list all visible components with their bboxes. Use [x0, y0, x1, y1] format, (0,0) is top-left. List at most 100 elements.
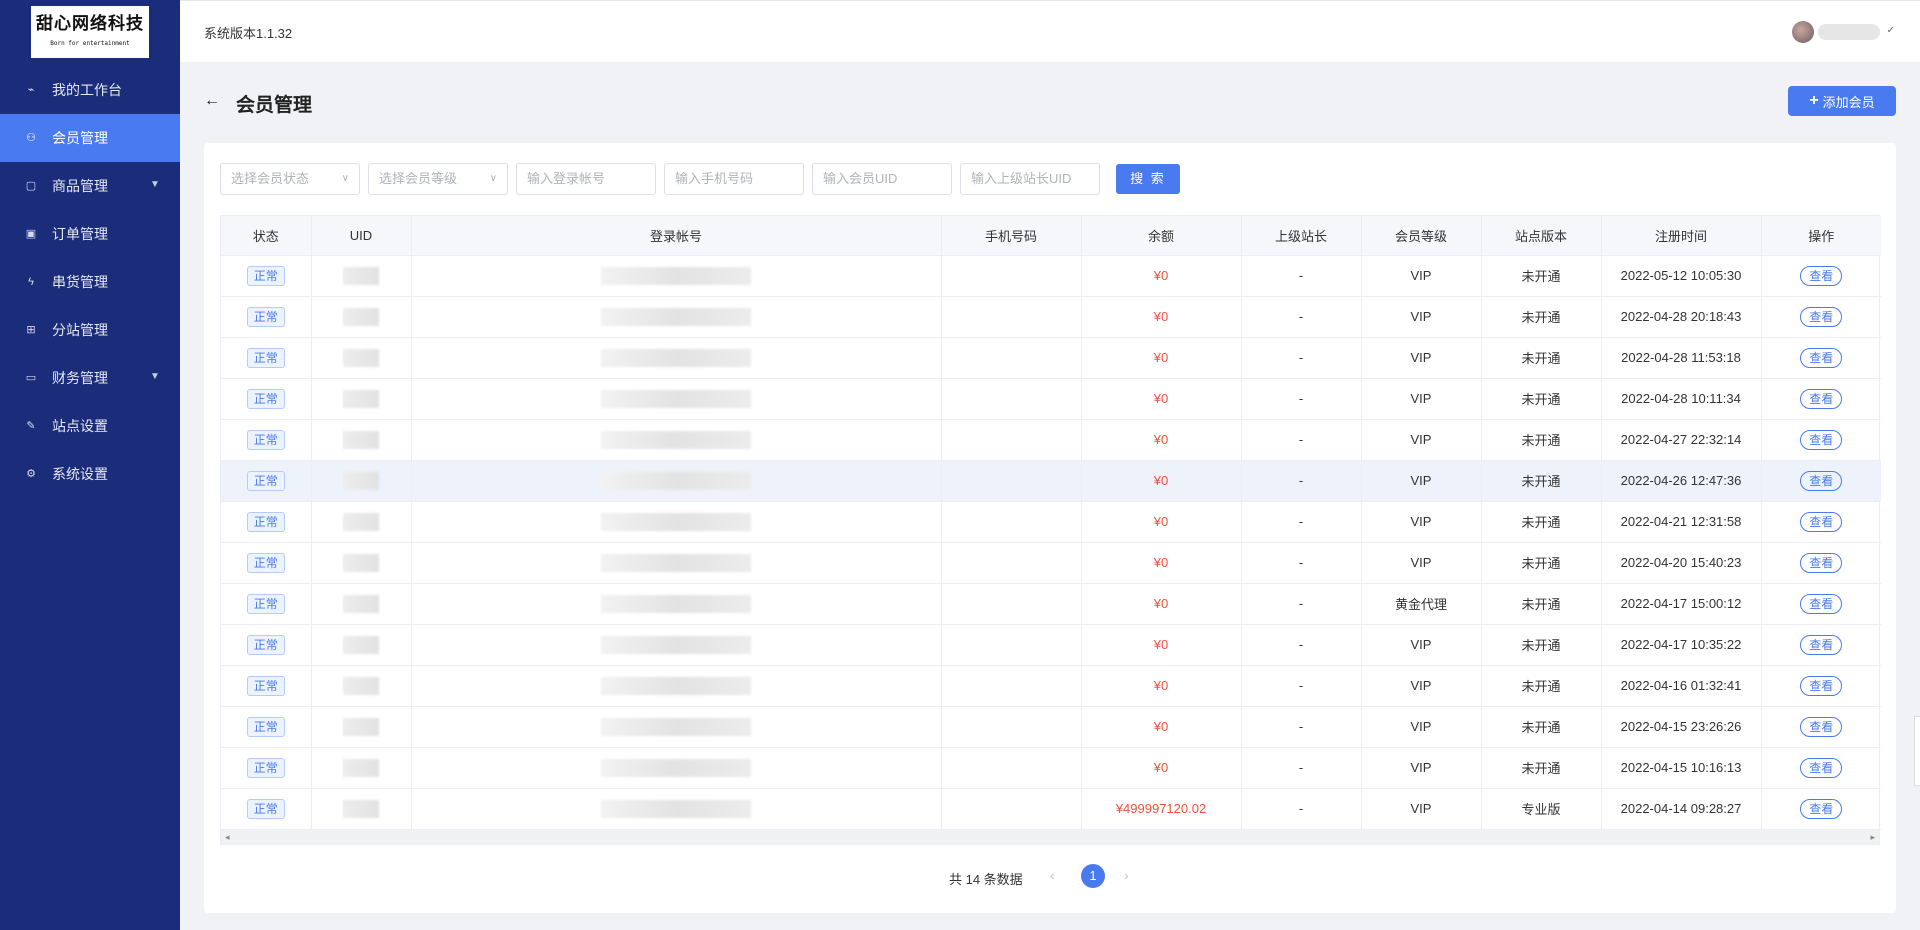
col-action: 操作 [1761, 216, 1881, 256]
chevron-down-icon[interactable]: ▼ [148, 178, 162, 192]
level-cell: VIP [1361, 542, 1482, 584]
chevron-down-icon[interactable]: ▼ [148, 370, 162, 384]
top-header: 系统版本1.1.32 ✓ [180, 0, 1920, 62]
register-time-cell: 2022-05-12 10:05:30 [1601, 255, 1762, 297]
uid-cell [311, 460, 412, 502]
logo[interactable]: 甜心网络科技 Born for entertainment [31, 6, 149, 58]
view-button[interactable]: 查看 [1800, 552, 1843, 573]
table-row: 正常 ¥0- VIP 未开通 2022-04-28 20:18:43 查看 [221, 296, 1881, 338]
version-cell: 未开通 [1481, 665, 1602, 707]
balance-cell: ¥0 [1081, 542, 1242, 584]
balance-cell: ¥0 [1081, 337, 1242, 379]
uid-redacted [343, 676, 379, 695]
level-cell: 黄金代理 [1361, 583, 1482, 625]
table-header: 状态 UID 登录帐号 手机号码 余额 上级站长 会员等级 站点版本 注册时间 … [221, 216, 1881, 256]
view-button[interactable]: 查看 [1800, 347, 1843, 368]
page-title: 会员管理 [236, 95, 313, 116]
user-dropdown-icon[interactable]: ✓ [1887, 25, 1895, 36]
sitemap-icon: ⊞ [26, 324, 36, 336]
status-cell: 正常 [221, 624, 312, 666]
member-status-select[interactable]: 选择会员状态 ∨ [220, 163, 360, 195]
lightning-icon: ϟ [28, 276, 34, 288]
view-button[interactable]: 查看 [1800, 265, 1843, 286]
uid-cell [311, 542, 412, 584]
scroll-right-icon[interactable]: ▸ [1870, 830, 1875, 844]
horizontal-scrollbar[interactable]: ◂ ▸ [221, 829, 1879, 844]
scroll-left-icon[interactable]: ◂ [225, 830, 230, 844]
view-button[interactable]: 查看 [1800, 798, 1843, 819]
view-button[interactable]: 查看 [1800, 593, 1843, 614]
sidebar-item-label: 系统设置 [52, 466, 108, 482]
status-badge: 正常 [246, 511, 285, 532]
card-icon: ▭ [25, 372, 37, 384]
sidebar-item-substations[interactable]: ⊞ 分站管理 [0, 306, 180, 354]
view-button[interactable]: 查看 [1800, 388, 1843, 409]
phone-cell [941, 296, 1082, 338]
view-button[interactable]: 查看 [1800, 716, 1843, 737]
view-button[interactable]: 查看 [1800, 634, 1843, 655]
uid-redacted [343, 307, 379, 326]
sidebar-item-site-settings[interactable]: ✎ 站点设置 [0, 402, 180, 450]
account-redacted [601, 512, 751, 531]
view-button[interactable]: 查看 [1800, 306, 1843, 327]
col-balance: 余额 [1081, 216, 1242, 256]
prev-page-icon[interactable]: ‹ [1050, 867, 1055, 883]
table-row: 正常 ¥0- VIP 未开通 2022-05-12 10:05:30 查看 [221, 255, 1881, 297]
uid-redacted [343, 758, 379, 777]
balance-cell: ¥0 [1081, 665, 1242, 707]
back-arrow-icon[interactable]: ← [204, 92, 220, 110]
account-input[interactable]: 输入登录帐号 [516, 163, 656, 195]
col-account: 登录帐号 [411, 216, 942, 256]
account-cell [411, 296, 942, 338]
version-cell: 未开通 [1481, 337, 1602, 379]
action-cell: 查看 [1761, 337, 1881, 379]
uid-input[interactable]: 输入会员UID [812, 163, 952, 195]
level-cell: VIP [1361, 624, 1482, 666]
sidebar-item-label: 商品管理 [52, 178, 108, 194]
view-button[interactable]: 查看 [1800, 470, 1843, 491]
add-member-button[interactable]: + 添加会员 [1788, 86, 1896, 116]
next-page-icon[interactable]: › [1124, 867, 1129, 883]
account-cell [411, 788, 942, 830]
sidebar-item-members[interactable]: ⚇ 会员管理 [0, 114, 180, 162]
status-cell: 正常 [221, 542, 312, 584]
sidebar-item-system-settings[interactable]: ⚙ 系统设置 [0, 450, 180, 498]
col-status: 状态 [221, 216, 312, 256]
username-redacted[interactable] [1818, 24, 1880, 40]
uid-redacted [343, 471, 379, 490]
view-button[interactable]: 查看 [1800, 675, 1843, 696]
table-row: 正常 ¥0- VIP 未开通 2022-04-15 23:26:26 查看 [221, 706, 1881, 748]
level-cell: VIP [1361, 296, 1482, 338]
sidebar-item-orders[interactable]: ▣ 订单管理 [0, 210, 180, 258]
sidebar-item-products[interactable]: ▢ 商品管理 ▼ [0, 162, 180, 210]
system-version: 系统版本1.1.32 [204, 26, 293, 41]
member-level-select[interactable]: 选择会员等级 ∨ [368, 163, 508, 195]
account-redacted [601, 553, 751, 572]
phone-input[interactable]: 输入手机号码 [664, 163, 804, 195]
sidebar-item-dashboard[interactable]: ⌁ 我的工作台 [0, 66, 180, 114]
view-button[interactable]: 查看 [1800, 429, 1843, 450]
uid-redacted [343, 594, 379, 613]
account-redacted [601, 635, 751, 654]
balance-cell: ¥0 [1081, 624, 1242, 666]
sidebar-item-crossgoods[interactable]: ϟ 串货管理 [0, 258, 180, 306]
phone-cell [941, 583, 1082, 625]
uid-cell [311, 296, 412, 338]
phone-cell [941, 255, 1082, 297]
parent-uid-input[interactable]: 输入上级站长UID [960, 163, 1100, 195]
phone-cell [941, 501, 1082, 543]
action-cell: 查看 [1761, 378, 1881, 420]
page-number-active[interactable]: 1 [1081, 864, 1105, 888]
avatar[interactable] [1792, 21, 1814, 43]
level-cell: VIP [1361, 501, 1482, 543]
register-time-cell: 2022-04-17 15:00:12 [1601, 583, 1762, 625]
view-button[interactable]: 查看 [1800, 757, 1843, 778]
sidebar-item-finance[interactable]: ▭ 财务管理 ▼ [0, 354, 180, 402]
view-button[interactable]: 查看 [1800, 511, 1843, 532]
status-cell: 正常 [221, 337, 312, 379]
status-badge: 正常 [246, 470, 285, 491]
search-button[interactable]: 搜 索 [1116, 164, 1180, 194]
side-float-tab[interactable] [1914, 716, 1920, 786]
phone-cell [941, 542, 1082, 584]
register-time-cell: 2022-04-28 20:18:43 [1601, 296, 1762, 338]
